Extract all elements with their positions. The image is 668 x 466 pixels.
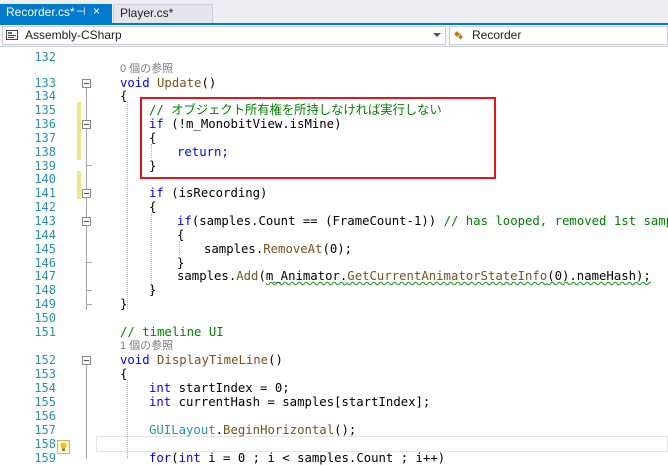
collapse-toggle[interactable] [82, 217, 91, 226]
token-text: m_Animator. [265, 269, 348, 283]
token-comment: // has looped, removed 1st sample [443, 214, 668, 228]
indent-guide [127, 380, 128, 459]
tab-label: Recorder.cs* [6, 5, 75, 19]
token-keyword: int [149, 395, 172, 409]
token-text: samples. [177, 269, 237, 283]
lightbulb-icon[interactable] [57, 440, 70, 454]
collapse-toggle[interactable] [82, 120, 91, 129]
token-text: startIndex = 0; [171, 381, 290, 395]
code-lens-references[interactable]: 0 個の参照 [120, 63, 173, 75]
change-indicator [77, 102, 81, 160]
document-tab-bar: Recorder.cs* ⊣ × Player.cs* [0, 0, 668, 25]
token-text: () [268, 353, 283, 367]
change-indicator [77, 171, 81, 199]
token-text: currentHash = samples[startIndex]; [171, 395, 431, 409]
token-text: (isRecording) [163, 186, 268, 200]
csharp-project-icon [6, 30, 18, 40]
indent-guide [127, 102, 128, 309]
code-line: { [120, 89, 128, 103]
token-text: samples. [204, 242, 264, 256]
token-keyword: void [120, 353, 150, 367]
pin-icon[interactable]: ⊣ [76, 5, 86, 18]
collapse-toggle[interactable] [82, 79, 91, 88]
token-text: ( [171, 451, 179, 465]
token-property: Count [258, 214, 296, 228]
token-text: (0).nameHash); [547, 269, 651, 283]
code-line: if (isRecording) [149, 185, 267, 201]
highlight-annotation-box [140, 97, 496, 179]
type-dropdown[interactable]: Recorder [449, 26, 668, 45]
code-line: void DisplayTimeLine() [120, 352, 283, 368]
token-text: i = 0 ; i < samples.Count ; i++) [200, 451, 446, 465]
tab-recorder-cs[interactable]: Recorder.cs* ⊣ × [0, 4, 112, 23]
code-line: GUILayout.BeginHorizontal(); [149, 422, 356, 438]
indent-guide [179, 241, 180, 255]
code-line: { [149, 200, 157, 214]
line-number: 151 [34, 325, 56, 339]
outline-line [86, 365, 87, 459]
token-text: . [215, 423, 224, 437]
code-line: if(samples.Count == (FrameCount-1)) // h… [177, 213, 668, 229]
code-line: int currentHash = samples[startIndex]; [149, 394, 430, 410]
token-text: (samples. [191, 214, 259, 228]
token-keyword: int [149, 381, 172, 395]
type-name: Recorder [472, 28, 522, 42]
token-keyword: int [178, 451, 201, 465]
outline-end [86, 262, 92, 263]
token-text: ( [258, 269, 266, 283]
warning-squiggle[interactable]: m_Animator.GetCurrentAnimatorStateInfo(0… [266, 269, 651, 283]
code-comment: // timeline UI [120, 325, 224, 339]
token-method: Update [157, 76, 202, 90]
code-line: } [120, 297, 128, 311]
token-method: DisplayTimeLine [157, 353, 269, 367]
token-keyword: if [149, 186, 164, 200]
code-line: { [120, 367, 128, 381]
token-method: GetCurrentAnimatorStateInfo [347, 269, 548, 283]
collapse-toggle[interactable] [82, 189, 91, 198]
tab-player-cs[interactable]: Player.cs* [113, 4, 213, 23]
token-keyword: if [177, 214, 192, 228]
code-line: void Update() [120, 75, 216, 91]
outline-end [86, 304, 92, 305]
code-line: samples.RemoveAt(0); [204, 241, 352, 257]
code-line: samples.Add(m_Animator.GetCurrentAnimato… [177, 268, 651, 284]
chevron-down-icon [433, 33, 441, 37]
project-name: Assembly-CSharp [25, 28, 122, 42]
token-method: RemoveAt [263, 242, 323, 256]
code-lens-references[interactable]: 1 個の参照 [120, 340, 173, 352]
token-text: (0); [322, 242, 353, 256]
navigation-bar: Assembly-CSharp Recorder [0, 25, 668, 47]
code-line: { [177, 228, 185, 242]
line-number: 159 [34, 451, 56, 465]
line-number: 132 [34, 50, 56, 64]
token-method: BeginHorizontal [223, 423, 335, 437]
token-type: GUILayout [149, 423, 216, 437]
outline-end [86, 290, 92, 291]
outline-end [86, 165, 92, 166]
code-line: for(int i = 0 ; i < samples.Count ; i++) [149, 450, 445, 466]
token-text: (); [334, 423, 357, 437]
code-line: } [149, 283, 157, 297]
tab-label: Player.cs* [120, 6, 174, 20]
project-dropdown[interactable]: Assembly-CSharp [2, 26, 446, 45]
class-icon [454, 31, 463, 40]
token-text: () [201, 76, 217, 90]
token-method: Add [236, 269, 259, 283]
token-text: == (FrameCount-1)) [295, 214, 444, 228]
close-icon[interactable]: × [93, 4, 100, 18]
collapse-toggle[interactable] [82, 356, 91, 365]
token-keyword: for [149, 451, 172, 465]
editor-gutter: 132 133 134 135 136 137 138 139 140 141 … [0, 47, 96, 465]
